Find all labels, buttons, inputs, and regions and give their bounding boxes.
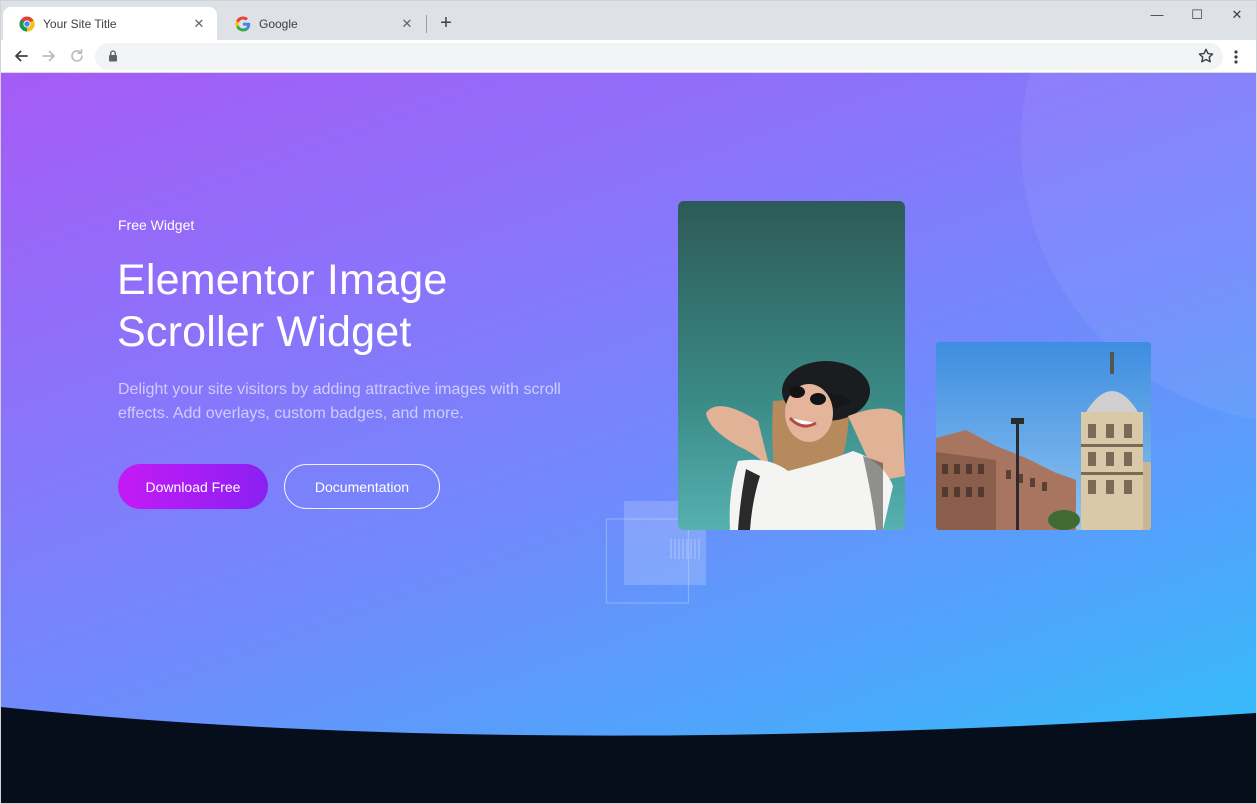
close-tab-icon[interactable]: ✕ (399, 16, 415, 32)
minimize-button[interactable]: — (1137, 4, 1177, 26)
eyebrow-label: Free Widget (118, 217, 195, 233)
tab-your-site-title[interactable]: Your Site Title ✕ (3, 7, 217, 40)
reload-icon (71, 48, 83, 62)
tab-google[interactable]: Google ✕ (219, 7, 425, 40)
hero-description: Delight your site visitors by adding att… (118, 381, 561, 422)
tab-strip: Your Site Title ✕ Google ✕ + — ☐ ✕ (1, 1, 1256, 40)
woman-photo (678, 201, 905, 530)
close-window-button[interactable]: ✕ (1217, 4, 1256, 26)
kebab-menu-icon (1234, 50, 1238, 64)
tab-title: Your Site Title (43, 16, 117, 31)
chrome-icon (19, 16, 35, 32)
maximize-button[interactable]: ☐ (1177, 4, 1217, 26)
url-input[interactable] (129, 47, 1169, 66)
lock-icon (109, 50, 117, 62)
building-photo (936, 342, 1151, 530)
hero-section: Free Widget Elementor Image Scroller Wid… (1, 73, 1256, 803)
browser-window: Your Site Title ✕ Google ✕ + — ☐ ✕ Free … (0, 0, 1257, 804)
forward-button[interactable] (38, 45, 60, 67)
tab-title: Google (259, 16, 298, 31)
google-icon (235, 16, 251, 31)
address-bar[interactable] (95, 43, 1223, 70)
tab-separator (426, 15, 427, 33)
download-free-button[interactable]: Download Free (118, 464, 268, 509)
arrow-right-icon (42, 50, 55, 62)
close-tab-icon[interactable]: ✕ (191, 16, 207, 32)
reload-button[interactable] (66, 45, 88, 67)
documentation-button[interactable]: Documentation (284, 464, 440, 509)
page-title: Elementor Image Scroller Widget (117, 254, 597, 358)
new-tab-button[interactable]: + (435, 12, 457, 34)
title-line-1: Elementor Image (117, 256, 448, 304)
star-icon[interactable] (1197, 47, 1215, 65)
title-line-2: Scroller Widget (117, 308, 412, 356)
browser-menu-button[interactable] (1226, 46, 1246, 68)
arrow-left-icon (15, 50, 28, 62)
browser-toolbar (1, 40, 1256, 73)
back-button[interactable] (10, 45, 32, 67)
